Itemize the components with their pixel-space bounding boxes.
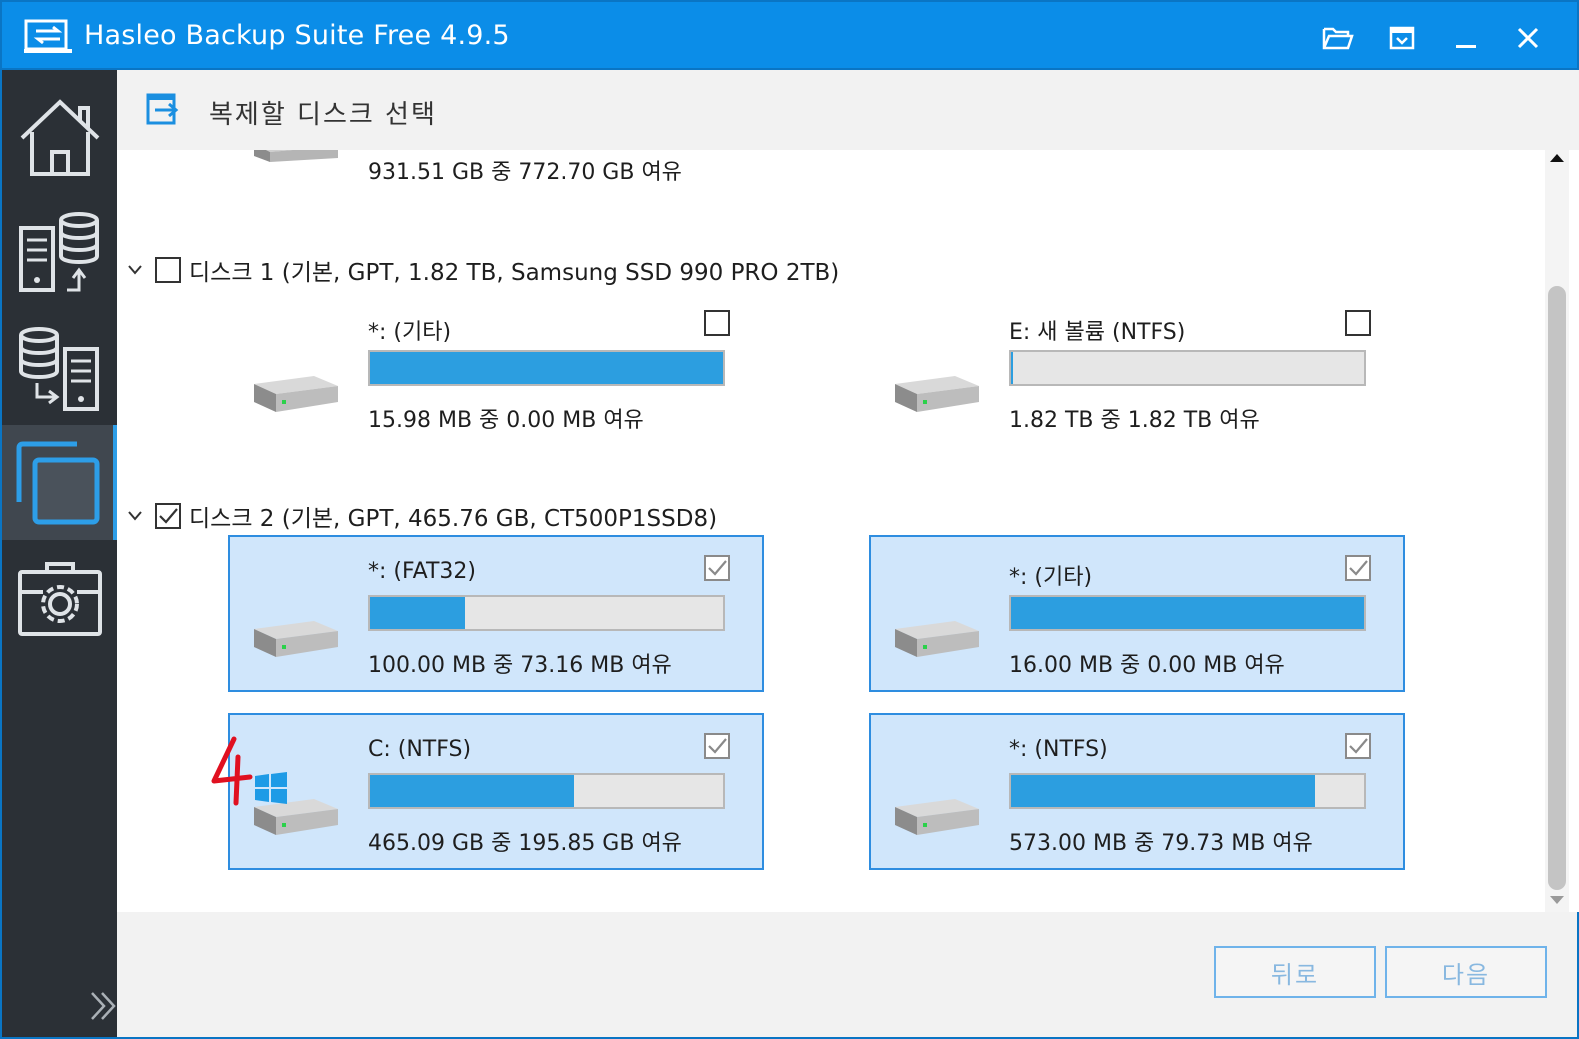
disk-list: 931.51 GB 중 772.70 GB 여유 디스크 1 (기본, GPT,… — [117, 150, 1545, 912]
partition-name: *: (기타) — [1009, 565, 1093, 590]
close-button[interactable] — [1508, 18, 1548, 58]
disk-2-label: 디스크 2 (기본, GPT, 465.76 GB, CT500P1SSD8) — [189, 506, 718, 532]
usage-bar-fill — [1011, 775, 1315, 807]
partition-checkbox[interactable] — [1345, 310, 1371, 336]
sidebar-item-backup[interactable] — [2, 195, 117, 310]
close-icon — [1517, 27, 1539, 49]
restore-window-button[interactable] — [1382, 18, 1422, 58]
checkmark-icon — [708, 560, 727, 576]
scroll-down-arrow-icon[interactable] — [1547, 892, 1567, 908]
windows-logo-icon — [255, 772, 287, 804]
partition-card[interactable]: *: (기타) 16.00 MB 중 0.00 MB 여유 — [869, 535, 1405, 692]
usage-bar — [368, 595, 725, 631]
app-title: Hasleo Backup Suite Free 4.9.5 — [84, 20, 510, 51]
partition-checkbox[interactable] — [704, 555, 730, 581]
drive-icon — [895, 799, 979, 835]
usage-bar-fill — [1011, 352, 1013, 384]
drive-icon — [895, 376, 979, 412]
disk-1-label: 디스크 1 (기본, GPT, 1.82 TB, Samsung SSD 990… — [189, 260, 840, 286]
partition-name: *: (NTFS) — [1009, 737, 1108, 762]
drive-icon — [895, 621, 979, 657]
chevron-down-icon — [128, 511, 142, 521]
usage-bar-fill — [370, 352, 723, 384]
usage-bar-fill — [1011, 597, 1364, 629]
checkmark-icon — [708, 738, 727, 754]
partition-checkbox[interactable] — [1345, 555, 1371, 581]
partition-info: 465.09 GB 중 195.85 GB 여유 — [368, 831, 682, 856]
vertical-scrollbar[interactable] — [1545, 150, 1569, 912]
sidebar-item-restore[interactable] — [2, 310, 117, 425]
handwritten-mark-icon — [211, 736, 253, 806]
disk-2-header[interactable]: 디스크 2 (기본, GPT, 465.76 GB, CT500P1SSD8) — [117, 496, 717, 536]
backup-icon — [18, 211, 99, 292]
partition-checkbox[interactable] — [1345, 733, 1371, 759]
minimize-icon — [1456, 45, 1476, 48]
partition-card[interactable]: *: (FAT32) 100.00 MB 중 73.16 MB 여유 — [228, 535, 764, 692]
disk0-partition-info: 931.51 GB 중 772.70 GB 여유 — [368, 160, 682, 185]
usage-bar — [368, 350, 725, 386]
partition-info: 573.00 MB 중 79.73 MB 여유 — [1009, 831, 1313, 856]
usage-bar — [1009, 595, 1366, 631]
sidebar-item-home[interactable] — [2, 80, 117, 195]
partition-info: 100.00 MB 중 73.16 MB 여유 — [368, 653, 672, 678]
folder-open-icon — [1322, 27, 1354, 50]
usage-bar-fill — [370, 775, 575, 807]
app-logo-icon — [24, 19, 72, 53]
back-button[interactable]: 뒤로 — [1214, 946, 1376, 998]
partition-info: 1.82 TB 중 1.82 TB 여유 — [1009, 408, 1260, 433]
drive-icon — [254, 376, 338, 412]
home-icon — [20, 98, 99, 176]
drive-icon — [254, 621, 338, 657]
page-title: 복제할 디스크 선택 — [209, 100, 437, 130]
partition-card[interactable]: *: (기타) 15.98 MB 중 0.00 MB 여유 — [230, 292, 766, 449]
partition-card[interactable]: E: 새 볼륨 (NTFS) 1.82 TB 중 1.82 TB 여유 — [871, 292, 1407, 449]
usage-bar — [368, 773, 725, 809]
checkmark-icon — [1349, 738, 1368, 754]
checkmark-icon — [159, 508, 178, 524]
partition-card[interactable]: C: (NTFS) 465.09 GB 중 195.85 GB 여유 — [211, 713, 764, 870]
disk-2-checkbox[interactable] — [155, 503, 181, 529]
disk-1-header[interactable]: 디스크 1 (기본, GPT, 1.82 TB, Samsung SSD 990… — [117, 250, 839, 290]
disk-1-checkbox[interactable] — [155, 257, 181, 283]
partition-info: 15.98 MB 중 0.00 MB 여유 — [368, 408, 644, 433]
chevron-down-icon — [128, 265, 142, 275]
clone-disk-icon — [146, 93, 179, 125]
usage-bar — [1009, 773, 1366, 809]
restore-icon — [1389, 26, 1415, 50]
next-button[interactable]: 다음 — [1385, 946, 1547, 998]
collapse-disk-2-button[interactable] — [121, 502, 149, 530]
open-folder-button[interactable] — [1318, 18, 1358, 58]
scroll-thumb[interactable] — [1548, 286, 1566, 890]
usage-bar-fill — [370, 597, 465, 629]
partition-name: *: (FAT32) — [368, 559, 476, 584]
partition-info: 16.00 MB 중 0.00 MB 여유 — [1009, 653, 1285, 678]
partition-card[interactable]: *: (NTFS) 573.00 MB 중 79.73 MB 여유 — [869, 713, 1405, 870]
partition-checkbox[interactable] — [704, 733, 730, 759]
toolbox-icon — [17, 561, 102, 636]
partition-name: C: (NTFS) — [368, 737, 472, 762]
checkmark-icon — [1349, 560, 1368, 576]
scroll-up-arrow-icon[interactable] — [1547, 150, 1567, 166]
partition-name: E: 새 볼륨 (NTFS) — [1009, 320, 1186, 345]
partition-checkbox[interactable] — [704, 310, 730, 336]
footer: 뒤로 다음 — [117, 912, 1579, 1039]
expand-sidebar-icon[interactable] — [88, 989, 118, 1023]
minimize-button[interactable] — [1446, 18, 1486, 58]
clone-icon — [16, 441, 99, 524]
usage-bar — [1009, 350, 1366, 386]
partition-name: *: (기타) — [368, 320, 452, 345]
page-header: 복제할 디스크 선택 — [117, 70, 1579, 150]
sidebar-item-tools[interactable] — [2, 540, 117, 655]
restore-data-icon — [18, 326, 99, 411]
sidebar — [0, 70, 117, 1039]
sidebar-item-clone[interactable] — [2, 425, 117, 540]
drive-icon — [254, 150, 338, 162]
collapse-disk-1-button[interactable] — [121, 256, 149, 284]
title-bar: Hasleo Backup Suite Free 4.9.5 — [0, 0, 1579, 70]
